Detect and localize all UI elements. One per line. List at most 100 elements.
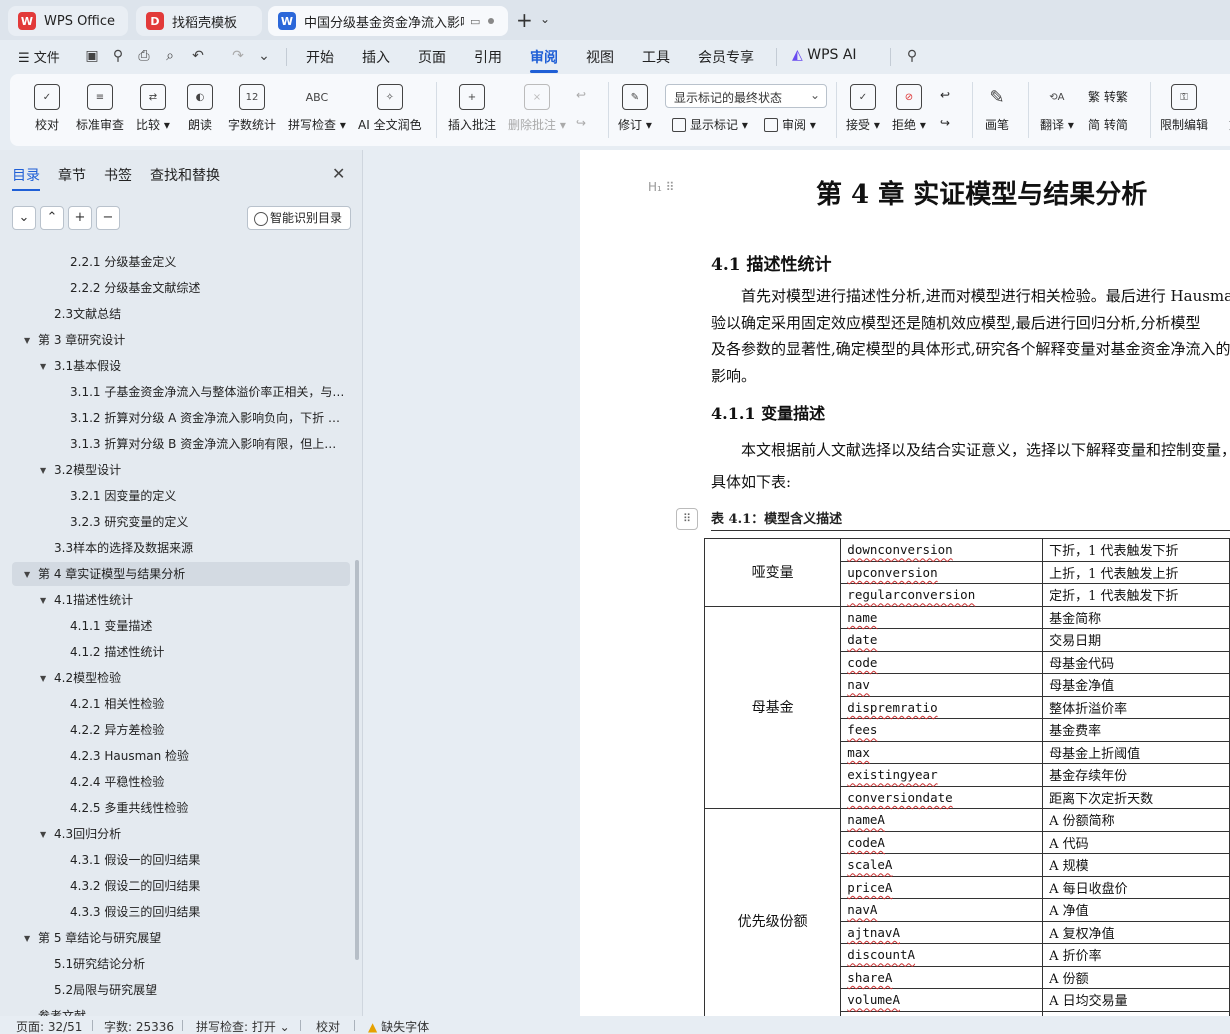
delete-comment-button[interactable]: × 删除批注 ▾ — [508, 84, 566, 133]
table-description-cell[interactable]: 母基金代码 — [1042, 650, 1230, 674]
table-description-cell[interactable]: 基金费率 — [1042, 718, 1230, 742]
table-variable-cell[interactable]: dispremratio — [840, 695, 1044, 719]
smart-toc-button[interactable]: 智能识别目录 — [247, 206, 351, 230]
table-variable-cell[interactable]: name — [840, 605, 1044, 629]
next-comment-icon[interactable]: ↪ — [576, 116, 586, 130]
toc-item[interactable]: 3.2.3 研究变量的定义 — [70, 510, 345, 534]
menu-references[interactable]: 引用 — [474, 47, 502, 67]
table-description-cell[interactable]: A 份额简称 — [1042, 808, 1230, 832]
missing-font-status[interactable]: ▲ 缺失字体 — [368, 1018, 429, 1034]
translate-button[interactable]: ⟲A 翻译 ▾ — [1040, 84, 1074, 133]
chapter-title[interactable]: 第 4 章 实证模型与结果分析 — [816, 174, 1147, 211]
page-indicator[interactable]: 页面: 32/51 — [16, 1018, 82, 1034]
toc-item[interactable]: 4.1.1 变量描述 — [70, 614, 345, 638]
table-variable-cell[interactable]: priceA — [840, 875, 1044, 899]
table-variable-cell[interactable]: date — [840, 628, 1044, 652]
table-group-cell[interactable]: 母基金 — [703, 605, 842, 809]
expand-caret-icon[interactable]: ▼ — [24, 934, 30, 943]
table-description-cell[interactable]: 定折，1 代表触发下折 — [1042, 583, 1230, 607]
expand-caret-icon[interactable]: ▼ — [40, 674, 46, 683]
table-variable-cell[interactable]: downconversion — [840, 538, 1044, 562]
toc-item[interactable]: 2.2.1 分级基金定义 — [70, 250, 345, 274]
table-variable-cell[interactable]: scaleA — [840, 853, 1044, 877]
expand-caret-icon[interactable]: ▼ — [40, 830, 46, 839]
table-description-cell[interactable]: 母基金净值 — [1042, 673, 1230, 697]
word-count-indicator[interactable]: 字数: 25336 — [104, 1018, 174, 1034]
undo-icon[interactable]: ↶ — [190, 48, 206, 64]
table-description-cell[interactable]: A 日均交易量 — [1042, 988, 1230, 1012]
prev-change-icon[interactable]: ↩ — [940, 88, 950, 102]
expand-caret-icon[interactable]: ▼ — [40, 466, 46, 475]
toc-item[interactable]: 3.1基本假设 — [54, 354, 345, 378]
toc-item[interactable]: 参考文献 — [38, 1004, 345, 1016]
new-tab-plus-icon[interactable]: + — [516, 10, 533, 30]
toc-item[interactable]: 2.2.2 分级基金文献综述 — [70, 276, 345, 300]
show-markup-button[interactable]: 显示标记 ▾ — [672, 116, 748, 133]
tab-docer-templates[interactable]: D 找稻壳模板 — [136, 6, 262, 36]
toc-item[interactable]: 4.3.2 假设二的回归结果 — [70, 874, 345, 898]
nav-tab-bookmarks[interactable]: 书签 — [104, 165, 132, 185]
section-heading-4-1[interactable]: 4.1 描述性统计 — [711, 250, 832, 275]
table-variable-cell[interactable]: existingyear — [840, 763, 1044, 787]
toc-item[interactable]: 4.2.1 相关性检验 — [70, 692, 345, 716]
table-variable-cell[interactable]: codeA — [840, 830, 1044, 854]
save-icon[interactable]: ▣ — [84, 48, 100, 64]
table-description-cell[interactable]: A 代码 — [1042, 830, 1230, 854]
restrict-edit-button[interactable]: ⚿ 限制编辑 — [1160, 84, 1208, 133]
markup-mode-select[interactable]: 显示标记的最终状态 ⌄ — [665, 84, 827, 108]
table-description-cell[interactable]: 基金简称 — [1042, 605, 1230, 629]
expand-caret-icon[interactable]: ▼ — [24, 570, 30, 579]
word-count-button[interactable]: 12 字数统计 — [228, 84, 276, 133]
table-variable-cell[interactable]: code — [840, 650, 1044, 674]
collapse-chevron-down-icon[interactable]: ⌄ — [12, 206, 36, 230]
menu-view[interactable]: 视图 — [586, 47, 614, 67]
table-variable-cell[interactable]: volumeA — [840, 988, 1044, 1012]
doc-partial-button[interactable]: 文 — [1222, 84, 1230, 133]
table-description-cell[interactable]: A 份额 — [1042, 965, 1230, 989]
toc-item[interactable]: 5.2局限与研究展望 — [54, 978, 345, 1002]
nav-tab-find-replace[interactable]: 查找和替换 — [150, 165, 220, 185]
toc-item[interactable]: 4.2模型检验 — [54, 666, 345, 690]
table-variable-cell[interactable]: regularconversion — [840, 583, 1044, 607]
toc-item[interactable]: 4.2.3 Hausman 检验 — [70, 744, 345, 768]
table-description-cell[interactable]: A 复权净值 — [1042, 920, 1230, 944]
menu-wps-ai[interactable]: ◭ WPS AI — [792, 47, 857, 63]
review-pane-button[interactable]: 审阅 ▾ — [764, 116, 816, 133]
table-description-cell[interactable]: 距离下次定折天数 — [1042, 785, 1230, 809]
ink-button[interactable]: ✎ 画笔 — [984, 84, 1010, 133]
document-page[interactable]: H₁ ⠿ 第 4 章 实证模型与结果分析 4.1 描述性统计 首先对模型进行描述… — [580, 150, 1230, 1016]
expand-caret-icon[interactable]: ▼ — [24, 336, 30, 345]
close-icon[interactable]: ✕ — [332, 164, 345, 183]
table-group-cell[interactable]: 哑变量 — [703, 538, 842, 607]
print-preview-icon[interactable]: ⌕ — [162, 48, 178, 64]
table-variable-cell[interactable]: upconversion — [840, 560, 1044, 584]
toc-item[interactable]: 4.2.4 平稳性检验 — [70, 770, 345, 794]
menu-page[interactable]: 页面 — [418, 47, 446, 67]
toc-item[interactable]: 第 4 章实证模型与结果分析 — [12, 562, 350, 586]
insert-comment-button[interactable]: + 插入批注 — [448, 84, 496, 133]
toc-item[interactable]: 第 3 章研究设计 — [38, 328, 345, 352]
model-description-table[interactable]: 哑变量 downconversion 下折，1 代表触发下折 upconversion… — [703, 538, 1230, 1016]
table-variable-cell[interactable]: nameA — [840, 808, 1044, 832]
toc-item[interactable]: 4.1描述性统计 — [54, 588, 345, 612]
nav-tab-toc[interactable]: 目录 — [12, 165, 40, 191]
add-heading-plus-icon[interactable]: + — [68, 206, 92, 230]
to-simplified-button[interactable]: 简 转简 — [1088, 116, 1128, 133]
expand-caret-icon[interactable]: ▼ — [40, 362, 46, 371]
table-variable-cell[interactable]: max — [840, 740, 1044, 764]
proof-button[interactable]: ✓ 校对 — [34, 84, 60, 133]
table-description-cell[interactable]: 下折，1 代表触发下折 — [1042, 538, 1230, 562]
table-variable-cell[interactable]: ajtnavA — [840, 920, 1044, 944]
track-changes-button[interactable]: ✎ 修订 ▾ — [618, 84, 652, 133]
toc-item[interactable]: 3.2.1 因变量的定义 — [70, 484, 345, 508]
toc-item[interactable]: 4.2.5 多重共线性检验 — [70, 796, 345, 820]
toc-item[interactable]: 4.1.2 描述性统计 — [70, 640, 345, 664]
redo-icon[interactable]: ↷ — [230, 48, 246, 64]
tab-list-chevron-icon[interactable]: ⌄ — [540, 12, 550, 26]
table-variable-cell[interactable]: discountA — [840, 943, 1044, 967]
menu-review[interactable]: 审阅 — [530, 47, 558, 73]
spell-check-button[interactable]: ABC 拼写检查 ▾ — [288, 84, 346, 133]
table-description-cell[interactable]: 母基金上折阈值 — [1042, 740, 1230, 764]
toc-scrollbar[interactable] — [355, 560, 359, 960]
paragraph-intro[interactable]: 首先对模型进行描述性分析,进而对模型进行相关检验。最后进行 Hausman 检 … — [711, 283, 1230, 389]
